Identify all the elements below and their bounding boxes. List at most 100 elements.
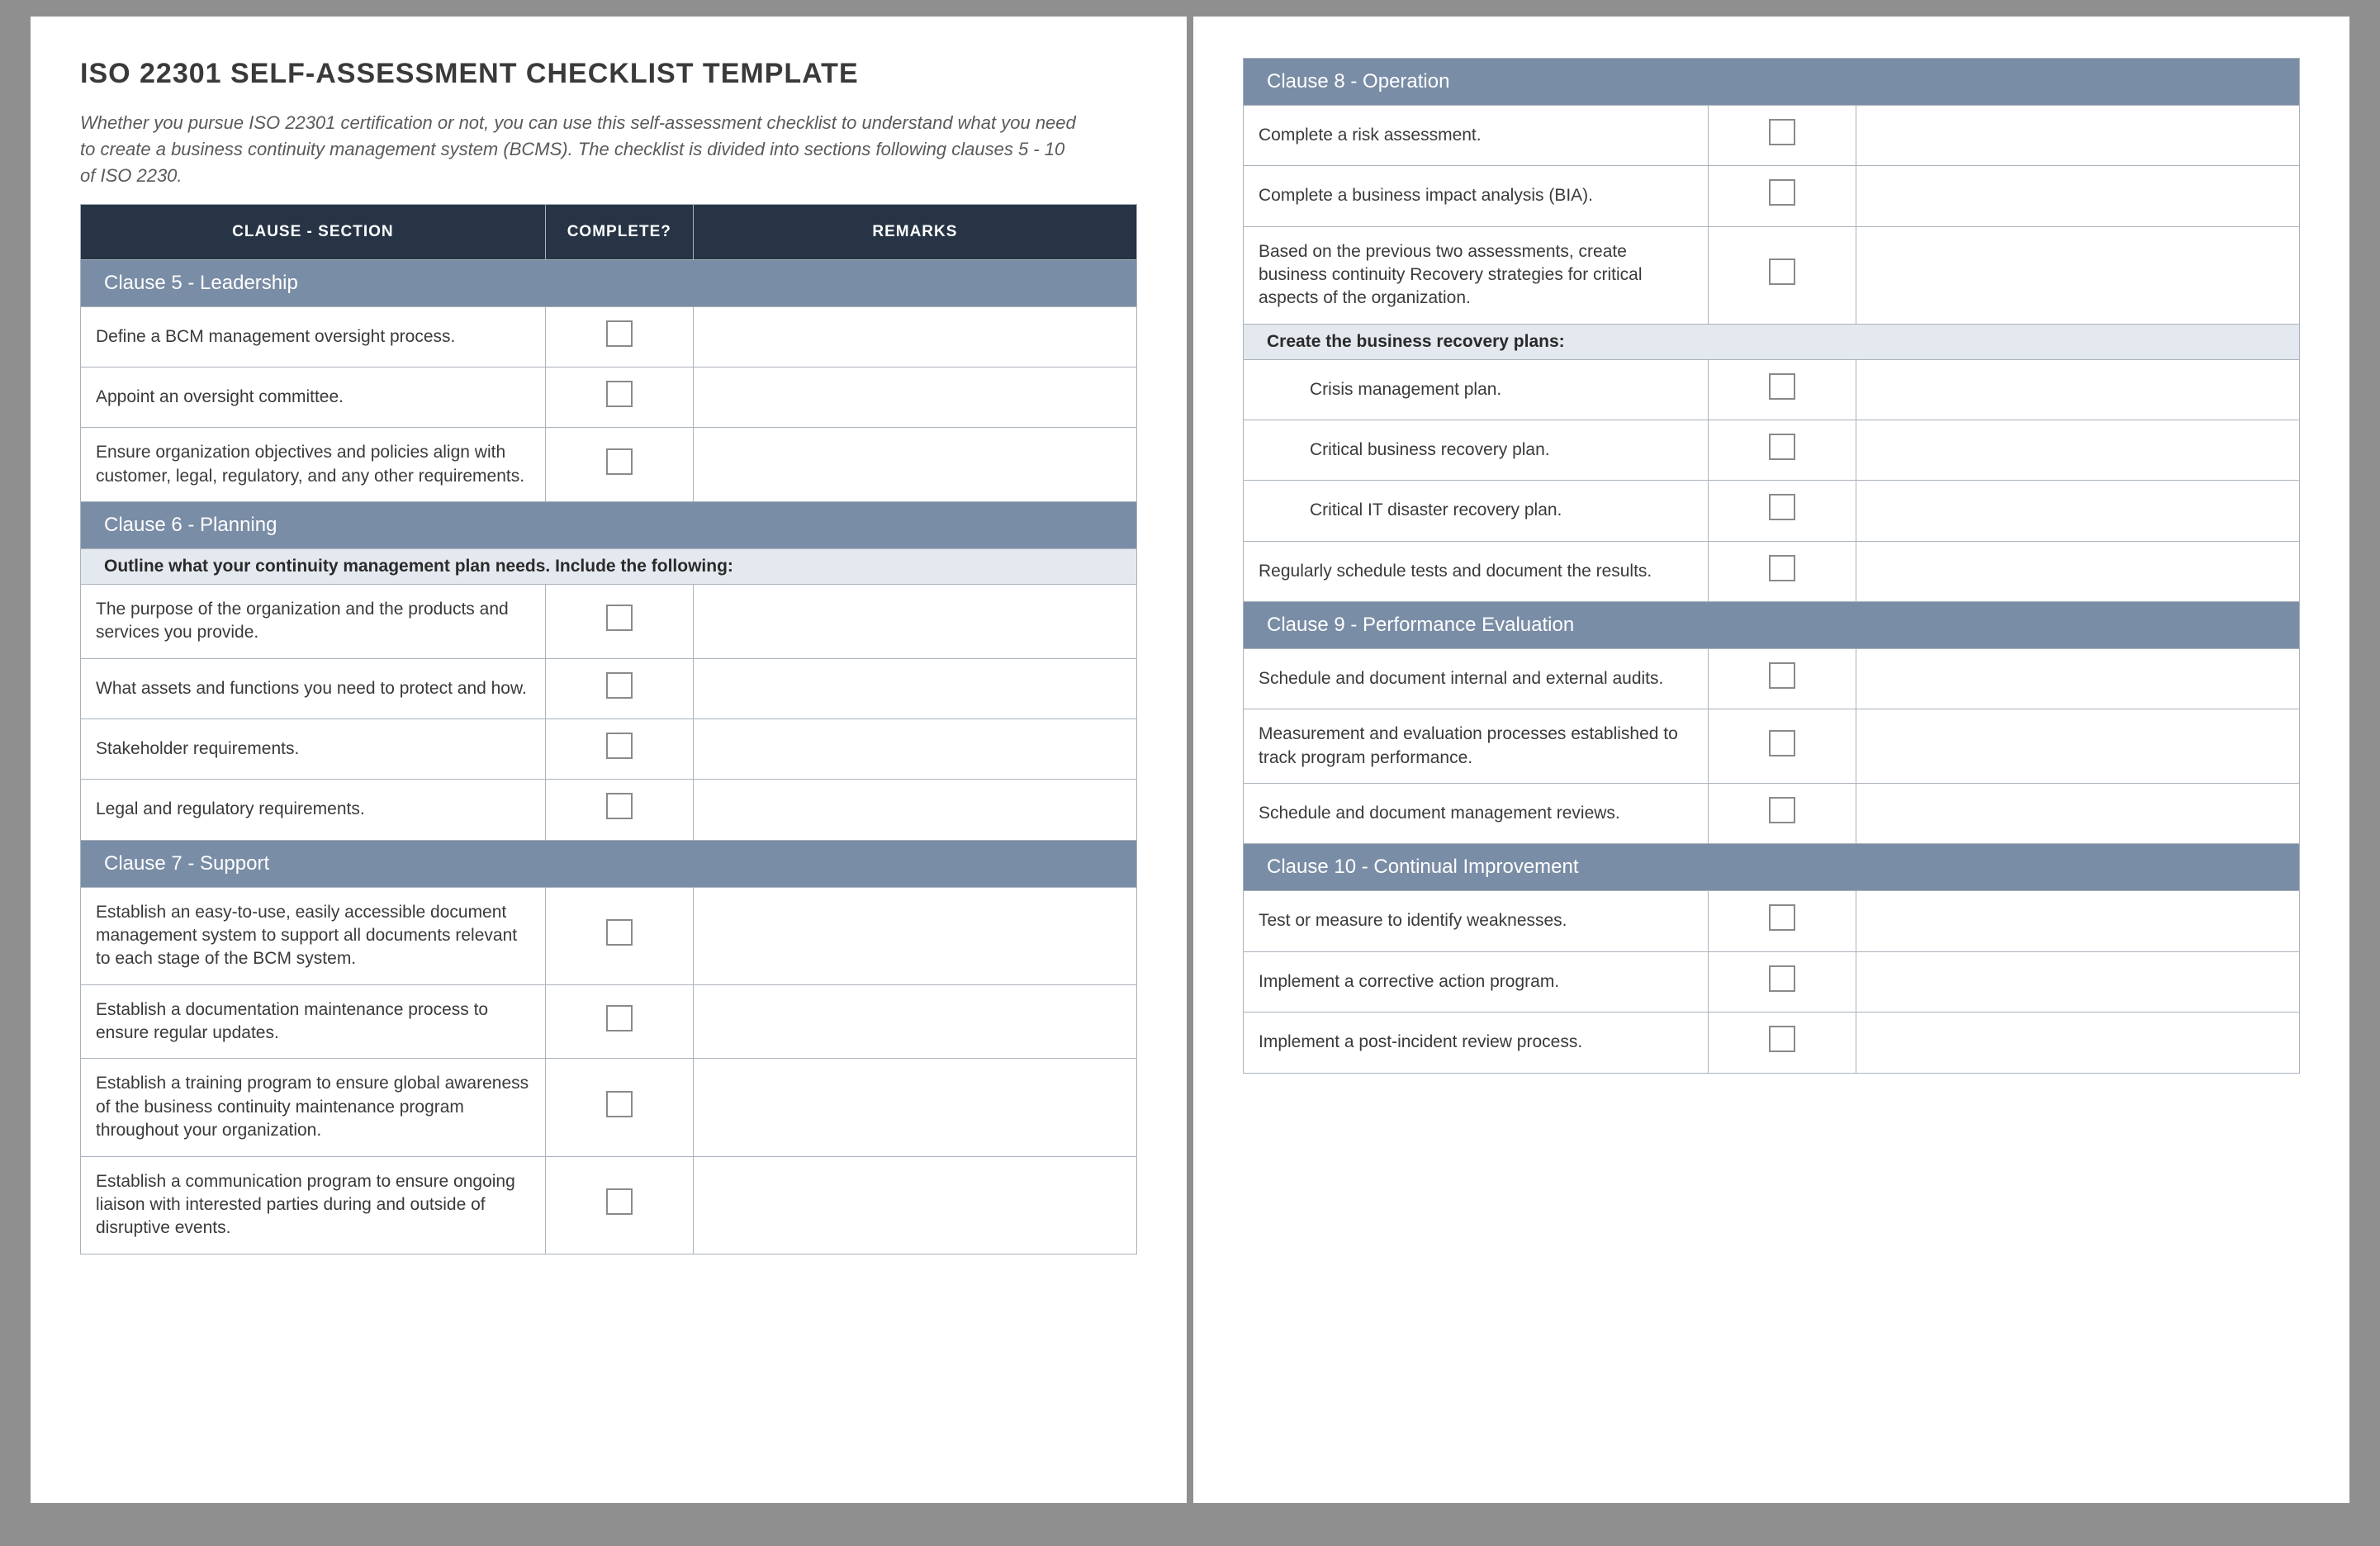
checkbox[interactable] xyxy=(606,605,633,631)
table-row: Schedule and document management reviews… xyxy=(1244,784,2300,844)
clause10-title: Clause 10 - Continual Improvement xyxy=(1244,844,2300,891)
item-text: Establish an easy-to-use, easily accessi… xyxy=(81,887,546,984)
checkbox[interactable] xyxy=(1769,904,1795,931)
table-row: Stakeholder requirements. xyxy=(81,719,1137,780)
item-text: Establish a communication program to ens… xyxy=(81,1156,546,1254)
checkbox[interactable] xyxy=(1769,730,1795,756)
item-text: What assets and functions you need to pr… xyxy=(81,658,546,718)
remarks-cell[interactable] xyxy=(693,1059,1136,1156)
table-row: Measurement and evaluation processes est… xyxy=(1244,709,2300,784)
item-text: Establish a documentation maintenance pr… xyxy=(81,984,546,1059)
item-text: Schedule and document management reviews… xyxy=(1244,784,1709,844)
remarks-cell[interactable] xyxy=(1856,420,2299,481)
checkbox[interactable] xyxy=(1769,434,1795,460)
table-row: Test or measure to identify weaknesses. xyxy=(1244,891,2300,951)
checkbox[interactable] xyxy=(606,381,633,407)
page-left: ISO 22301 SELF-ASSESSMENT CHECKLIST TEMP… xyxy=(31,17,1187,1503)
remarks-cell[interactable] xyxy=(1856,709,2299,784)
table-row: Based on the previous two assessments, c… xyxy=(1244,226,2300,324)
item-text: Implement a post-incident review process… xyxy=(1244,1012,1709,1073)
remarks-cell[interactable] xyxy=(693,368,1136,428)
remarks-cell[interactable] xyxy=(693,984,1136,1059)
remarks-cell[interactable] xyxy=(1856,891,2299,951)
checkbox[interactable] xyxy=(1769,1026,1795,1052)
table-row: Implement a corrective action program. xyxy=(1244,951,2300,1012)
table-row: Critical business recovery plan. xyxy=(1244,420,2300,481)
remarks-cell[interactable] xyxy=(1856,784,2299,844)
checkbox[interactable] xyxy=(1769,179,1795,206)
checkbox[interactable] xyxy=(606,1091,633,1117)
item-text: Legal and regulatory requirements. xyxy=(81,780,546,840)
page-right: Clause 8 - Operation Complete a risk ass… xyxy=(1193,17,2349,1503)
checkbox[interactable] xyxy=(1769,373,1795,400)
table-row: Ensure organization objectives and polic… xyxy=(81,428,1137,502)
checkbox[interactable] xyxy=(606,793,633,819)
item-text: Based on the previous two assessments, c… xyxy=(1244,226,1709,324)
clause9-title: Clause 9 - Performance Evaluation xyxy=(1244,602,2300,649)
checkbox[interactable] xyxy=(1769,797,1795,823)
checkbox[interactable] xyxy=(606,448,633,475)
checkbox[interactable] xyxy=(606,320,633,347)
checkbox[interactable] xyxy=(606,919,633,946)
remarks-cell[interactable] xyxy=(1856,541,2299,601)
item-text: Stakeholder requirements. xyxy=(81,719,546,780)
item-text: Critical IT disaster recovery plan. xyxy=(1244,481,1709,541)
remarks-cell[interactable] xyxy=(1856,481,2299,541)
remarks-cell[interactable] xyxy=(1856,359,2299,420)
checkbox[interactable] xyxy=(1769,258,1795,285)
remarks-cell[interactable] xyxy=(693,719,1136,780)
remarks-cell[interactable] xyxy=(693,428,1136,502)
table-row: Establish a training program to ensure g… xyxy=(81,1059,1137,1156)
item-text: Measurement and evaluation processes est… xyxy=(1244,709,1709,784)
table-row: Complete a risk assessment. xyxy=(1244,106,2300,166)
remarks-cell[interactable] xyxy=(1856,226,2299,324)
item-text: Complete a risk assessment. xyxy=(1244,106,1709,166)
checkbox[interactable] xyxy=(606,733,633,759)
remarks-cell[interactable] xyxy=(1856,1012,2299,1073)
checkbox[interactable] xyxy=(1769,555,1795,581)
checkbox[interactable] xyxy=(606,1188,633,1215)
remarks-cell[interactable] xyxy=(693,1156,1136,1254)
checkbox[interactable] xyxy=(1769,965,1795,992)
item-text: Complete a business impact analysis (BIA… xyxy=(1244,166,1709,226)
remarks-cell[interactable] xyxy=(693,887,1136,984)
clause8-title: Clause 8 - Operation xyxy=(1244,59,2300,106)
item-text: Appoint an oversight committee. xyxy=(81,368,546,428)
checkbox[interactable] xyxy=(606,672,633,699)
remarks-cell[interactable] xyxy=(1856,166,2299,226)
remarks-cell[interactable] xyxy=(1856,951,2299,1012)
checkbox[interactable] xyxy=(606,1005,633,1031)
document-title: ISO 22301 SELF-ASSESSMENT CHECKLIST TEMP… xyxy=(80,58,1137,90)
checklist-table-right: Clause 8 - Operation Complete a risk ass… xyxy=(1243,58,2300,1074)
remarks-cell[interactable] xyxy=(693,306,1136,367)
clause6-sub: Outline what your continuity management … xyxy=(81,549,1137,585)
intro-text: Whether you pursue ISO 22301 certificati… xyxy=(80,110,1084,189)
item-text: Crisis management plan. xyxy=(1244,359,1709,420)
remarks-cell[interactable] xyxy=(1856,649,2299,709)
header-remarks: REMARKS xyxy=(693,204,1136,259)
checkbox[interactable] xyxy=(1769,662,1795,689)
remarks-cell[interactable] xyxy=(1856,106,2299,166)
table-row: Schedule and document internal and exter… xyxy=(1244,649,2300,709)
table-row: What assets and functions you need to pr… xyxy=(81,658,1137,718)
clause7-title: Clause 7 - Support xyxy=(81,840,1137,887)
table-row: Define a BCM management oversight proces… xyxy=(81,306,1137,367)
table-row: Complete a business impact analysis (BIA… xyxy=(1244,166,2300,226)
table-row: Implement a post-incident review process… xyxy=(1244,1012,2300,1073)
remarks-cell[interactable] xyxy=(693,658,1136,718)
clause6-title: Clause 6 - Planning xyxy=(81,502,1137,549)
remarks-cell[interactable] xyxy=(693,585,1136,659)
table-row: Establish a communication program to ens… xyxy=(81,1156,1137,1254)
item-text: Schedule and document internal and exter… xyxy=(1244,649,1709,709)
table-row: Legal and regulatory requirements. xyxy=(81,780,1137,840)
header-complete: COMPLETE? xyxy=(545,204,693,259)
item-text: Implement a corrective action program. xyxy=(1244,951,1709,1012)
table-row: Regularly schedule tests and document th… xyxy=(1244,541,2300,601)
remarks-cell[interactable] xyxy=(693,780,1136,840)
table-row: The purpose of the organization and the … xyxy=(81,585,1137,659)
item-text: Establish a training program to ensure g… xyxy=(81,1059,546,1156)
checklist-table-left: CLAUSE - SECTION COMPLETE? REMARKS Claus… xyxy=(80,204,1137,1254)
table-row: Establish a documentation maintenance pr… xyxy=(81,984,1137,1059)
checkbox[interactable] xyxy=(1769,494,1795,520)
checkbox[interactable] xyxy=(1769,119,1795,145)
